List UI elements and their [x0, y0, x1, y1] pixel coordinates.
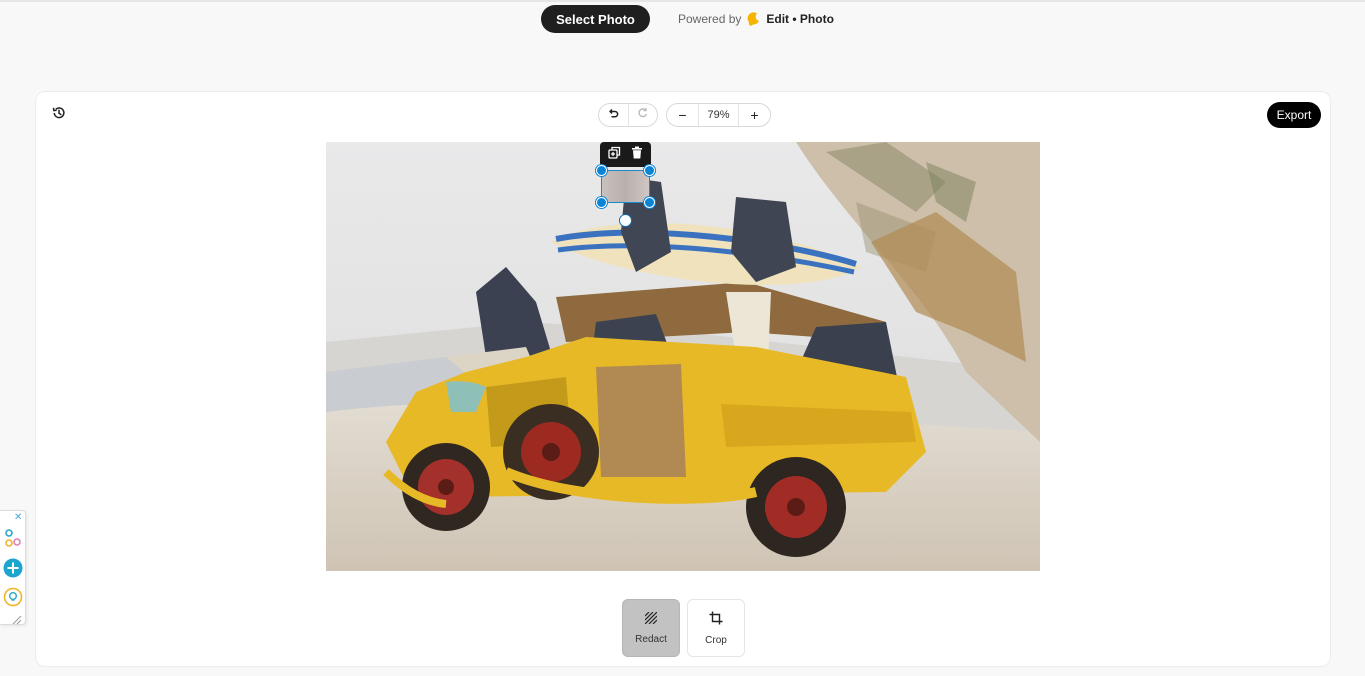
photo-image — [326, 142, 1040, 571]
tool-bar: Redact Crop — [622, 599, 745, 657]
shapes-icon[interactable] — [2, 527, 23, 548]
trash-icon — [631, 146, 643, 164]
powered-by: Powered by Edit • Photo — [678, 11, 834, 26]
undo-redo-group — [598, 103, 658, 127]
brand-name: Edit • Photo — [766, 11, 834, 26]
add-circle-icon[interactable] — [2, 557, 23, 578]
undo-button[interactable] — [599, 104, 628, 126]
zoom-level: 79% — [698, 104, 739, 126]
redo-icon — [637, 106, 649, 124]
select-photo-button[interactable]: Select Photo — [541, 5, 650, 33]
export-button[interactable]: Export — [1267, 102, 1321, 128]
duplicate-icon — [608, 146, 621, 164]
rotate-handle[interactable] — [619, 214, 632, 227]
crop-tool-button[interactable]: Crop — [687, 599, 745, 657]
resize-handle-bottom-left[interactable] — [596, 197, 607, 208]
resize-grip-icon[interactable] — [12, 612, 22, 625]
close-icon[interactable]: ✕ — [14, 513, 22, 523]
crop-tool-label: Crop — [705, 634, 727, 646]
side-widget: ✕ — [0, 510, 26, 625]
selection-toolbar — [600, 142, 651, 167]
top-bar: Select Photo Powered by Edit • Photo — [0, 4, 1365, 34]
top-rule — [0, 0, 1365, 2]
zoom-in-button[interactable]: + — [739, 104, 770, 126]
resize-handle-top-right[interactable] — [644, 165, 655, 176]
lightbulb-icon[interactable] — [2, 586, 23, 607]
redact-selection-box[interactable] — [596, 165, 655, 208]
zoom-control: − 79% + — [666, 103, 771, 127]
powered-by-label: Powered by — [678, 11, 742, 26]
photo-canvas[interactable] — [326, 142, 1040, 571]
redo-button[interactable] — [627, 104, 658, 126]
delete-button[interactable] — [627, 145, 647, 165]
undo-icon — [607, 106, 619, 124]
history-button[interactable] — [48, 104, 70, 126]
resize-handle-top-left[interactable] — [596, 165, 607, 176]
editor-panel: − 79% + Export Redact Crop — [35, 91, 1331, 667]
redact-hatch-icon — [644, 611, 658, 629]
history-icon — [52, 106, 66, 125]
crop-icon — [709, 611, 723, 630]
resize-handle-bottom-right[interactable] — [644, 197, 655, 208]
redact-tool-button[interactable]: Redact — [622, 599, 680, 657]
redact-tool-label: Redact — [635, 634, 667, 645]
sun-moon-logo-icon — [746, 11, 761, 26]
duplicate-button[interactable] — [604, 145, 624, 165]
zoom-out-button[interactable]: − — [667, 104, 698, 126]
